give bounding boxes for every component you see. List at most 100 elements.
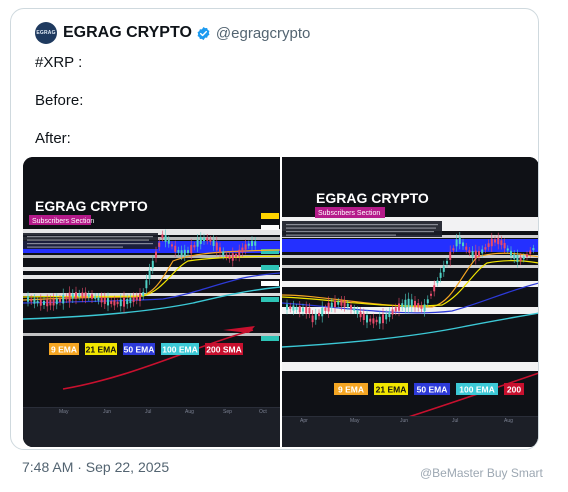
candle-body — [158, 242, 161, 247]
candle-body — [471, 250, 474, 257]
candle-body — [433, 285, 436, 292]
candle-body — [455, 239, 458, 247]
candle-body — [519, 257, 522, 261]
watermark-text: @BeMaster Buy Smart — [420, 466, 543, 480]
candle-body — [327, 302, 330, 312]
candle-body — [362, 313, 365, 320]
candle-body — [378, 316, 381, 324]
before-chart-image[interactable]: EGRAG CRYPTO Subscribers Section 9 EMA 21 — [23, 157, 280, 447]
candle-body — [286, 304, 288, 310]
candle-body — [346, 303, 349, 307]
candle-body — [49, 299, 52, 306]
ema-legend-label: 50 EMA — [417, 385, 448, 395]
candle-body — [522, 256, 525, 260]
candle-body — [375, 319, 378, 323]
candle-body — [91, 294, 93, 299]
candle-body — [78, 293, 81, 297]
candle-body — [183, 249, 186, 256]
candle-body — [289, 306, 292, 309]
candle-body — [212, 240, 215, 246]
candle-body — [468, 250, 471, 253]
month-tick-label: Jul — [452, 418, 458, 424]
chart-section-label: Subscribers Section — [318, 210, 380, 217]
candle-body — [135, 296, 138, 301]
tweet-text: #XRP : Before: After: — [35, 53, 83, 149]
candle-body — [55, 298, 58, 305]
tweet-card[interactable]: EGRAG EGRAG CRYPTO @egragcrypto #XRP : B… — [10, 8, 539, 450]
candle-body — [68, 292, 71, 302]
tweet-line: #XRP : — [35, 54, 83, 71]
candle-body — [356, 310, 359, 314]
candle-body — [391, 309, 394, 315]
candle-body — [123, 297, 125, 307]
candle-body — [401, 303, 404, 308]
candle-body — [426, 299, 429, 304]
candle-body — [318, 312, 320, 317]
candle-body — [404, 299, 407, 308]
candle-body — [462, 242, 464, 247]
candle-body — [394, 307, 397, 312]
candle-body — [487, 243, 490, 247]
candle-body — [59, 298, 61, 302]
candle-body — [449, 251, 452, 260]
candle-body — [39, 299, 42, 306]
month-tick-label: Sep — [223, 409, 232, 415]
candle-body — [171, 244, 173, 247]
candle-body — [116, 301, 119, 305]
candle-body — [203, 237, 205, 242]
candle-body — [423, 304, 426, 312]
after-chart-image[interactable]: EGRAG CRYPTO Subscribers Section 9 EMA 21… — [282, 157, 538, 447]
ema-legend-label: 21 EMA — [86, 345, 117, 355]
ema-legend-label: 200 — [507, 385, 521, 395]
user-handle[interactable]: @egragcrypto — [216, 25, 310, 42]
candle-body — [436, 280, 439, 284]
month-tick-label: Jul — [145, 409, 151, 415]
candle-body — [129, 298, 132, 304]
candle-body — [27, 296, 29, 302]
tweet-timestamp[interactable]: 7:48 AM · Sep 22, 2025 — [22, 459, 169, 475]
candle-body — [139, 293, 141, 301]
candle-body — [119, 299, 122, 307]
avatar[interactable]: EGRAG — [35, 22, 57, 44]
candle-body — [94, 296, 97, 299]
candle-body — [420, 305, 423, 309]
candle-body — [484, 247, 487, 250]
candle-body — [126, 299, 129, 305]
candle-body — [180, 250, 183, 256]
candle-body — [103, 297, 106, 304]
candle-body — [71, 293, 74, 299]
candle-body — [97, 296, 100, 301]
display-name[interactable]: EGRAG CRYPTO — [63, 24, 192, 42]
candle-body — [340, 300, 343, 306]
candle-body — [337, 301, 340, 305]
ema-legend-label: 100 EMA — [459, 385, 494, 395]
candle-body — [36, 300, 39, 304]
candle-body — [167, 239, 170, 244]
candle-body — [174, 245, 177, 252]
ema-legend-label: 21 EMA — [376, 385, 407, 395]
candle-body — [65, 296, 68, 300]
tweet-header: EGRAG EGRAG CRYPTO @egragcrypto — [35, 21, 310, 45]
candle-body — [225, 254, 228, 258]
candle-body — [465, 246, 468, 250]
candle-body — [417, 303, 420, 308]
candle-body — [231, 253, 234, 261]
avatar-text: EGRAG — [36, 30, 56, 36]
candle-body — [430, 293, 432, 296]
candle-body — [62, 294, 65, 304]
candle-body — [81, 292, 84, 298]
candle-body — [330, 302, 333, 308]
candle-body — [132, 296, 135, 303]
candle-body — [235, 253, 237, 258]
media-grid[interactable]: EGRAG CRYPTO Subscribers Section 9 EMA 21 — [23, 157, 538, 447]
candle-body — [84, 292, 87, 299]
month-tick-label: Apr — [300, 418, 308, 424]
chart-title: EGRAG CRYPTO — [35, 198, 148, 214]
candle-body — [308, 307, 311, 314]
ema-legend-label: 200 SMA — [206, 345, 241, 355]
month-tick-label: May — [350, 418, 360, 424]
candle-body — [388, 311, 391, 318]
candle-body — [247, 243, 250, 246]
candle-body — [206, 237, 209, 241]
chart-title: EGRAG CRYPTO — [316, 190, 429, 206]
